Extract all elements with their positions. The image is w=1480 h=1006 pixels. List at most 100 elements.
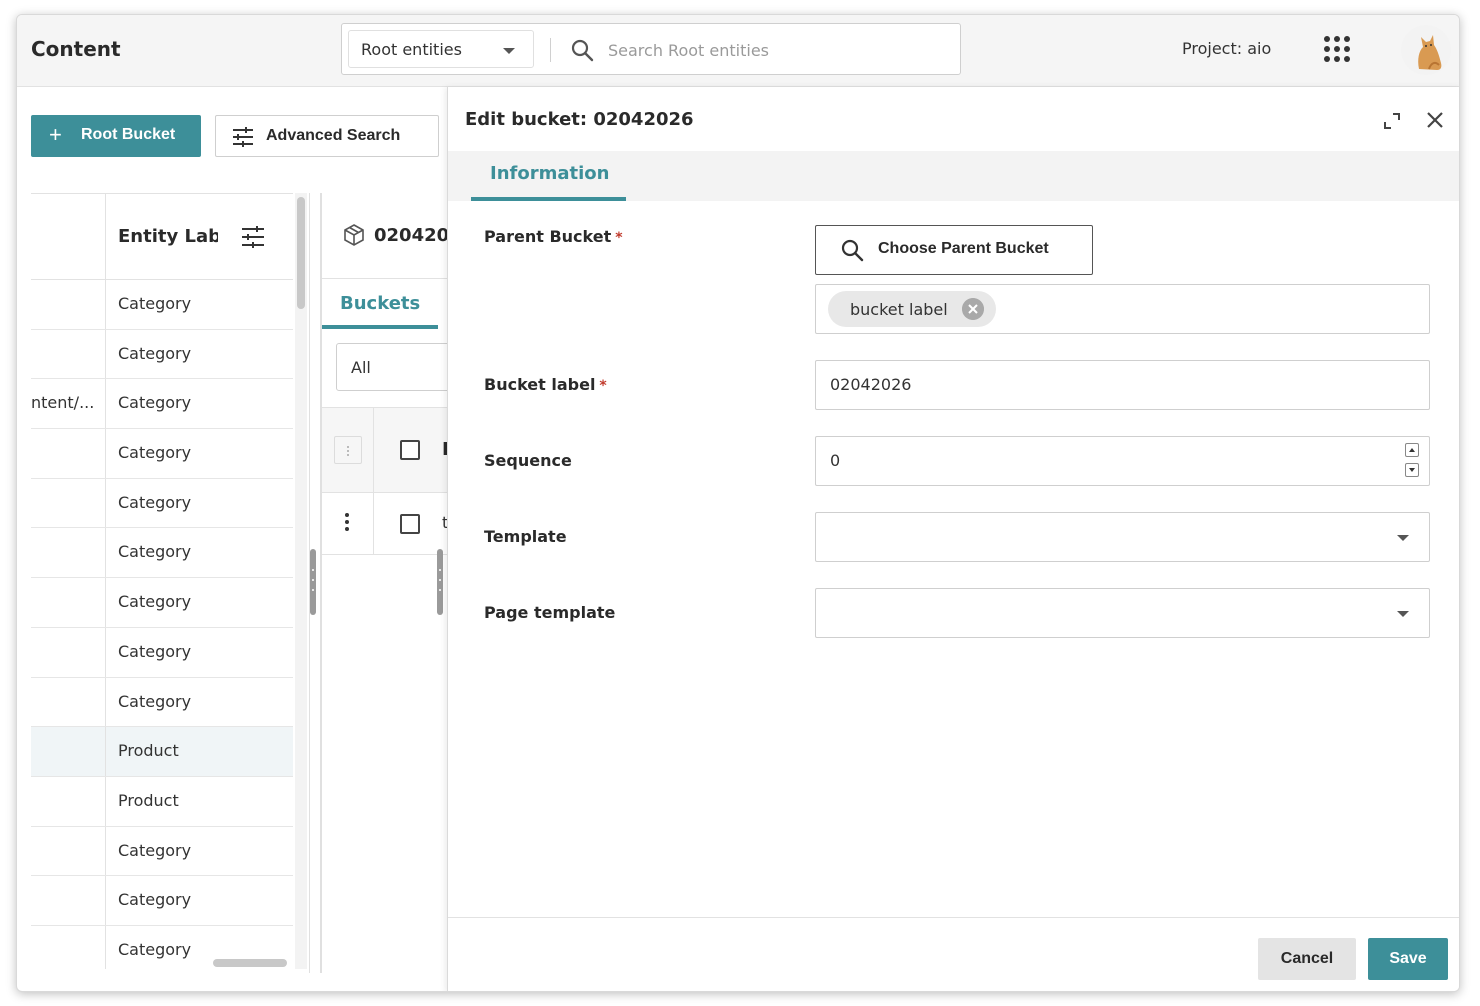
apps-grid-icon[interactable] <box>1323 35 1351 63</box>
row-checkbox[interactable] <box>400 514 420 534</box>
row-path-cell <box>31 876 106 925</box>
select-all-checkbox[interactable] <box>400 440 420 460</box>
row-entity-label: Category <box>118 343 192 363</box>
table-row[interactable]: Category <box>31 478 293 529</box>
cancel-button[interactable]: Cancel <box>1258 938 1356 980</box>
search-icon <box>841 239 864 262</box>
caret-down-icon <box>503 48 515 54</box>
bucket-label-input[interactable]: 02042026 <box>815 360 1430 410</box>
row-path-cell <box>31 627 106 677</box>
caret-down-icon <box>1397 535 1409 541</box>
advanced-search-button[interactable]: Advanced Search <box>215 115 439 157</box>
spin-down-icon[interactable] <box>1405 463 1419 477</box>
row-entity-label: Category <box>118 641 192 661</box>
row-entity-label: Category <box>118 840 192 860</box>
spin-up-icon[interactable] <box>1405 443 1419 457</box>
template-select[interactable] <box>815 512 1430 562</box>
advanced-search-label: Advanced Search <box>266 127 401 144</box>
cube-icon <box>344 224 364 246</box>
table-row[interactable]: Category <box>31 578 293 628</box>
bucket-panel-header: 02042026 <box>322 193 461 279</box>
global-search: Root entities <box>341 23 961 75</box>
search-input[interactable] <box>608 36 938 64</box>
splitter-grip-icon[interactable] <box>437 549 443 615</box>
row-path-cell <box>31 776 106 826</box>
row-path-cell <box>31 280 106 329</box>
table-row[interactable]: t <box>322 493 461 555</box>
row-entity-label: Category <box>118 294 192 313</box>
bucket-filter-select[interactable]: All <box>336 343 461 391</box>
table-row[interactable]: Category <box>31 677 293 728</box>
expand-icon[interactable] <box>1382 111 1402 131</box>
table-header: Entity Label <box>31 194 293 280</box>
choose-parent-bucket-label: Choose Parent Bucket <box>878 240 1049 257</box>
column-settings-icon[interactable] <box>241 226 265 248</box>
divider <box>373 493 374 555</box>
row-path-cell <box>31 826 106 876</box>
table-row[interactable]: Category <box>31 429 293 479</box>
caret-down-icon <box>1397 611 1409 617</box>
row-entity-label: Category <box>118 592 192 612</box>
entity-table: Entity Label CategoryCategoryntent/...Ca… <box>31 193 293 969</box>
row-entity-label: Category <box>118 492 192 512</box>
table-row[interactable]: Category <box>31 528 293 579</box>
bucket-label-label: Bucket label * <box>484 375 607 394</box>
splitter-grip-icon[interactable] <box>310 549 316 615</box>
row-path-cell <box>31 329 106 379</box>
sequence-input[interactable]: 0 <box>815 436 1430 486</box>
more-vertical-icon[interactable] <box>345 513 349 534</box>
row-path-cell <box>31 478 106 528</box>
chip-label: bucket label <box>850 300 948 319</box>
row-entity-label: Category <box>118 939 192 959</box>
row-entity-label: Category <box>118 890 192 910</box>
row-path-cell <box>31 429 106 478</box>
parent-bucket-label-text: Parent Bucket <box>484 227 612 246</box>
edit-panel-title: Edit bucket: 02042026 <box>465 109 694 130</box>
table-row[interactable]: Category <box>31 876 293 926</box>
row-entity-label: Category <box>118 443 192 463</box>
column-header[interactable] <box>31 194 106 280</box>
edit-panel-footer: Cancel Save <box>448 917 1459 991</box>
column-header-entity-label[interactable]: Entity Label <box>118 226 218 247</box>
table-row[interactable]: Category <box>31 826 293 877</box>
parent-bucket-label: Parent Bucket * <box>484 227 623 246</box>
app-title: Content <box>31 37 121 61</box>
page-template-label: Page template <box>484 603 616 622</box>
divider <box>550 38 551 62</box>
avatar[interactable] <box>1401 25 1451 75</box>
row-entity-label: Category <box>118 691 192 711</box>
table-row[interactable]: Category <box>31 280 293 330</box>
row-path-cell <box>31 677 106 727</box>
tab-information-label: Information <box>490 163 610 184</box>
table-row[interactable]: ntent/... Category <box>31 379 293 430</box>
tab-buckets[interactable]: Buckets <box>322 289 438 329</box>
page-template-select[interactable] <box>815 588 1430 638</box>
table-row[interactable]: Product <box>31 776 293 827</box>
parent-bucket-field[interactable]: bucket label <box>815 284 1430 334</box>
vertical-scrollbar[interactable] <box>297 197 305 309</box>
row-entity-label: Category <box>118 542 192 562</box>
save-button[interactable]: Save <box>1368 938 1448 980</box>
search-scope-select[interactable]: Root entities <box>348 30 534 68</box>
table-row[interactable]: Category <box>31 627 293 678</box>
bucket-label-label-text: Bucket label <box>484 375 596 394</box>
drag-handle-icon <box>334 436 362 464</box>
row-path-cell <box>31 925 106 969</box>
project-label[interactable]: Project: aio <box>1182 39 1271 58</box>
table-row[interactable]: Category <box>31 329 293 380</box>
horizontal-scrollbar[interactable] <box>213 959 287 967</box>
table-row[interactable]: Product <box>31 727 293 777</box>
bucket-table-header: L <box>322 407 461 494</box>
row-path-cell: ntent/... <box>31 379 106 429</box>
add-root-bucket-button[interactable]: + Root Bucket <box>31 115 201 157</box>
table-body: Category Category ntent/... Category Categor… <box>31 280 293 969</box>
tab-information[interactable]: Information <box>471 151 626 201</box>
choose-parent-bucket-button[interactable]: Choose Parent Bucket <box>815 225 1093 275</box>
required-marker: * <box>615 230 623 246</box>
tune-icon <box>233 127 253 147</box>
row-entity-label: Product <box>118 741 179 761</box>
remove-chip-icon[interactable] <box>962 298 984 320</box>
close-icon[interactable] <box>1424 109 1446 131</box>
row-entity-label: Category <box>118 393 192 413</box>
search-icon[interactable] <box>570 38 594 62</box>
